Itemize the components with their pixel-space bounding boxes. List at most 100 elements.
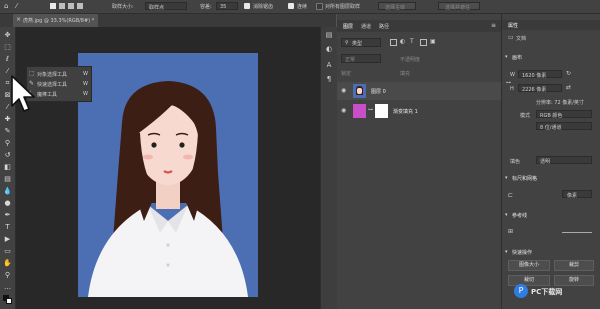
layers-panel-tabs: 图层 通道 路径 ≡	[337, 20, 501, 32]
mode-select[interactable]: RGB 颜色	[536, 110, 592, 119]
layer-name: 图层 0	[371, 89, 386, 95]
width-label: W	[510, 72, 515, 78]
width-input[interactable]: 1620 像素	[518, 70, 562, 79]
contiguous-checkbox[interactable]	[288, 3, 294, 9]
quick-selection-tool-item[interactable]: ✎ 快速选择工具 W	[29, 79, 89, 89]
crop-button[interactable]: 裁剪	[554, 260, 594, 271]
add-selection-icon[interactable]	[59, 3, 65, 9]
properties-tab[interactable]: 属性	[502, 20, 600, 30]
layer-row-1[interactable]: ◉ ⊶ 渐变填充 1	[337, 102, 501, 120]
rectangle-tool-icon[interactable]: ▭	[3, 247, 12, 256]
history-panel-icon[interactable]: ▤	[325, 31, 333, 39]
properties-panel: 属性 ▭ 文档 ▾ 画布 W 1620 像素 ↻ H 2226 像素 ⇄ ⊶ 分…	[502, 14, 600, 309]
object-selection-tool-item[interactable]: ⬚ 对象选择工具 W	[29, 69, 89, 79]
antialias-label: 消除锯齿	[253, 4, 274, 10]
portrait-illustration	[78, 53, 258, 297]
subtract-selection-icon[interactable]	[68, 3, 74, 9]
paragraph-panel-icon[interactable]: ¶	[325, 75, 333, 83]
fill-label: 填充	[400, 71, 411, 77]
filter-adjustment-icon[interactable]: ◐	[400, 38, 405, 45]
select-subject-button[interactable]: 选择主体	[378, 2, 416, 11]
document-tab-title: 虎燕.jpg @ 33.3%(RGB/8#) *	[23, 18, 95, 24]
filter-shape-icon[interactable]	[420, 39, 427, 46]
character-panel-icon[interactable]: A	[325, 61, 333, 69]
canvas-section-title: 画布	[512, 55, 523, 61]
guides-icon: ⊞	[508, 228, 514, 235]
background-color-swatch[interactable]	[6, 298, 12, 304]
magic-wand-tool-item[interactable]: ⁄ 魔棒工具 W	[29, 89, 89, 99]
marquee-tool-icon[interactable]: ⬚	[3, 43, 12, 52]
bit-depth-select[interactable]: 8 位/通道	[536, 122, 592, 131]
rotate-canvas-icon[interactable]: ↻	[566, 70, 571, 77]
filter-search-icon: ⚲	[345, 40, 349, 46]
type-tool-icon[interactable]: T	[3, 223, 12, 232]
chevron-down-icon[interactable]: ▾	[505, 212, 508, 218]
move-tool-icon[interactable]: ✥	[3, 31, 12, 40]
collapsed-panel-strip: ▤ ◐ A ¶	[320, 27, 337, 309]
height-input[interactable]: 2226 像素	[518, 84, 562, 93]
antialias-checkbox[interactable]	[244, 3, 250, 9]
image-size-button[interactable]: 图像大小	[508, 260, 550, 271]
document-canvas[interactable]	[78, 53, 258, 297]
layer-mask-thumbnail	[375, 104, 388, 118]
path-selection-icon[interactable]: ▶	[3, 235, 12, 244]
lasso-tool-icon[interactable]: ℓ	[3, 55, 12, 64]
mouse-cursor-icon	[11, 75, 35, 112]
close-tab-icon[interactable]: ×	[16, 16, 21, 23]
swatches-panel-icon[interactable]: ◐	[325, 45, 333, 53]
all-layers-checkbox[interactable]	[316, 3, 323, 10]
select-and-mask-button[interactable]: 选择并遮住	[438, 2, 480, 11]
guides-section-title: 参考线	[512, 213, 528, 219]
intersect-selection-icon[interactable]	[77, 3, 83, 9]
dodge-tool-icon[interactable]: ●	[3, 199, 12, 208]
resolution-text: 分辨率: 72 像素/英寸	[536, 100, 584, 106]
opacity-label: 不透明度	[400, 57, 421, 63]
hand-tool-icon[interactable]: ✋	[3, 259, 12, 268]
blend-mode-select[interactable]: 正常	[341, 54, 381, 63]
document-tab[interactable]: 虎燕.jpg @ 33.3%(RGB/8#) * ×	[13, 14, 98, 27]
visibility-eye-icon[interactable]: ◉	[341, 107, 346, 114]
sample-size-label: 取样大小:	[112, 4, 134, 10]
tab-layers[interactable]: 图层	[343, 23, 353, 30]
eraser-tool-icon[interactable]: ◧	[3, 163, 12, 172]
history-brush-icon[interactable]: ↺	[3, 151, 12, 160]
filter-pixel-icon[interactable]	[390, 39, 397, 46]
magic-wand-tool-icon[interactable]: ⁄	[16, 2, 17, 10]
link-dimensions-icon[interactable]: ⊶	[506, 80, 511, 86]
ruler-unit-select[interactable]: 像素	[562, 190, 592, 199]
clone-stamp-icon[interactable]: ⚲	[3, 139, 12, 148]
tolerance-input[interactable]: 35	[216, 2, 238, 10]
link-icon: ⊶	[368, 107, 373, 113]
new-selection-icon[interactable]	[50, 3, 56, 9]
healing-brush-icon[interactable]: ✚	[3, 115, 12, 124]
filter-type-icon[interactable]: T	[410, 38, 414, 45]
all-layers-label: 对所有图层取样	[325, 4, 361, 10]
filter-smart-icon[interactable]: ▣	[430, 38, 436, 45]
pen-tool-icon[interactable]: ✒	[3, 211, 12, 220]
fill-color-select[interactable]: 透明	[536, 156, 592, 165]
guide-line-style[interactable]	[562, 232, 592, 233]
sample-size-select[interactable]: 取样点	[145, 2, 187, 11]
zoom-tool-icon[interactable]: ⚲	[3, 271, 12, 280]
layer-filter-select[interactable]: ⚲ 类型	[341, 38, 381, 47]
ruler-icon: ⊏	[508, 192, 514, 199]
blur-tool-icon[interactable]: 💧	[3, 187, 12, 196]
chevron-down-icon[interactable]: ▾	[505, 249, 508, 255]
layers-menu-icon[interactable]: ≡	[491, 22, 496, 29]
quick-actions-section-title: 快速操作	[512, 250, 533, 256]
visibility-eye-icon[interactable]: ◉	[341, 87, 346, 94]
tab-channels[interactable]: 通道	[361, 23, 371, 30]
chevron-down-icon[interactable]: ▾	[505, 175, 508, 181]
brush-tool-icon[interactable]: ✎	[3, 127, 12, 136]
trim-button[interactable]: 裁切	[508, 275, 550, 286]
flip-canvas-icon[interactable]: ⇄	[566, 84, 571, 91]
more-tools-icon[interactable]: …	[3, 283, 12, 292]
tab-paths[interactable]: 路径	[379, 23, 389, 30]
tolerance-label: 容差:	[200, 4, 212, 10]
chevron-down-icon[interactable]: ▾	[505, 54, 508, 60]
gradient-tool-icon[interactable]: ▤	[3, 175, 12, 184]
layer-row-0[interactable]: ◉ 图层 0	[337, 82, 501, 100]
home-icon[interactable]: ⌂	[4, 2, 8, 10]
rotate-button[interactable]: 旋转	[554, 275, 594, 286]
mode-label: 模式	[520, 113, 531, 119]
